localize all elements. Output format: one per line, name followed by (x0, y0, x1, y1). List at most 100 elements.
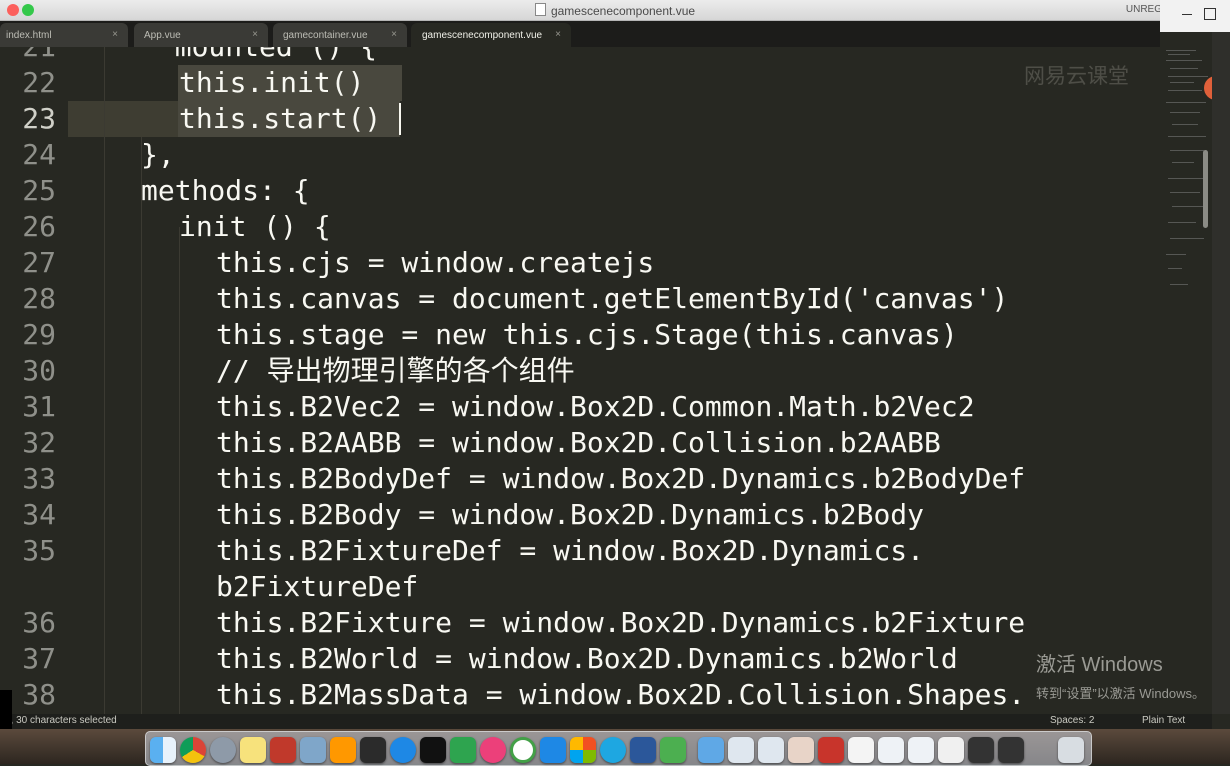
document-icon[interactable] (878, 737, 904, 763)
minimize-icon[interactable] (1182, 14, 1192, 15)
indent-guide (141, 137, 142, 714)
code-line: this.canvas = document.getElementById('c… (216, 282, 1009, 315)
screenshot-icon[interactable] (728, 737, 754, 763)
line-number: 23 (22, 102, 56, 135)
tab-label: index.html (6, 30, 52, 41)
code-line: this.B2Vec2 = window.Box2D.Common.Math.b… (216, 390, 975, 423)
tab-app-vue[interactable]: App.vue × (134, 23, 268, 47)
windows-activation-notice: 激活 Windows 转到“设置”以激活 Windows。 (1036, 648, 1205, 702)
word-icon[interactable] (630, 737, 656, 763)
line-number: 37 (22, 642, 56, 675)
image-icon[interactable] (788, 737, 814, 763)
window-title: gamescenecomponent.vue (0, 3, 1230, 18)
line-number: 34 (22, 498, 56, 531)
code-line: this.B2Fixture = window.Box2D.Dynamics.b… (216, 606, 1026, 639)
tab-close-icon[interactable]: × (112, 29, 118, 40)
code-line: init () { (179, 210, 331, 243)
code-line: b2FixtureDef (216, 570, 419, 603)
line-number: 26 (22, 210, 56, 243)
tab-index-html[interactable]: index.html × (0, 23, 128, 47)
feather-icon[interactable] (540, 737, 566, 763)
photo-booth-icon[interactable] (270, 737, 296, 763)
tab-close-icon[interactable]: × (252, 29, 258, 40)
code-line: this.B2FixtureDef = window.Box2D.Dynamic… (216, 534, 925, 567)
finder-icon[interactable] (150, 737, 176, 763)
selection-status: es, 30 characters selected (0, 715, 117, 726)
tab-close-icon[interactable]: × (555, 29, 561, 40)
dock-shelf (145, 731, 1092, 766)
code-line: methods: { (141, 174, 310, 207)
line-number: 22 (22, 66, 56, 99)
document-icon[interactable] (908, 737, 934, 763)
line-number: 28 (22, 282, 56, 315)
terminal-icon[interactable] (420, 737, 446, 763)
code-line: this.B2BodyDef = window.Box2D.Dynamics.b… (216, 462, 1026, 495)
window-controls (1160, 0, 1230, 32)
screenshot-icon[interactable] (758, 737, 784, 763)
maximize-icon[interactable] (1204, 8, 1216, 20)
code-editor[interactable]: 21 mounted () { 22 this.init() 23 this.s… (0, 47, 1160, 714)
line-number: 27 (22, 246, 56, 279)
unregistered-label: UNREG (1125, 4, 1162, 15)
code-line: this.init() (179, 66, 365, 99)
reader-icon[interactable] (360, 737, 386, 763)
safari-icon[interactable] (390, 737, 416, 763)
wechat-devtools-icon[interactable] (450, 737, 476, 763)
terminal-window-icon[interactable] (998, 737, 1024, 763)
code-line: this.B2Body = window.Box2D.Dynamics.b2Bo… (216, 498, 925, 531)
line-number: 33 (22, 462, 56, 495)
launchpad-icon[interactable] (210, 737, 236, 763)
code-line: this.B2World = window.Box2D.Dynamics.b2W… (216, 642, 958, 675)
code-line: mounted () { (141, 47, 377, 65)
notes-icon[interactable] (240, 737, 266, 763)
code-line: }, (141, 138, 175, 171)
status-bar: es, 30 characters selected Spaces: 2 Pla… (0, 714, 1212, 729)
line-number: 32 (22, 426, 56, 459)
code-line: this.start() (179, 102, 382, 135)
line-number: 35 (22, 534, 56, 567)
code-line: // 导出物理引擎的各个组件 (216, 354, 575, 387)
ring-icon[interactable] (510, 737, 536, 763)
folder-icon[interactable] (698, 737, 724, 763)
tab-bar: index.html × App.vue × gamecontainer.vue… (0, 21, 1160, 47)
text-cursor (399, 103, 401, 135)
terminal-window-icon[interactable] (968, 737, 994, 763)
sublime-text-icon[interactable] (330, 737, 356, 763)
indent-guide (179, 227, 180, 714)
preview-icon[interactable] (300, 737, 326, 763)
tab-close-icon[interactable]: × (391, 29, 397, 40)
dock (0, 729, 1230, 766)
trash-icon[interactable] (1058, 737, 1084, 763)
tab-gamescenecomponent-vue[interactable]: gamescenecomponent.vue × (411, 23, 571, 47)
code-line: this.cjs = window.createjs (216, 246, 655, 279)
window-icon[interactable] (938, 737, 964, 763)
indentation-setting[interactable]: Spaces: 2 (1050, 715, 1094, 726)
indent-guide (104, 47, 105, 714)
code-line: this.stage = new this.cjs.Stage(this.can… (216, 318, 958, 351)
window-title-text: gamescenecomponent.vue (550, 4, 696, 18)
scrollbar-thumb[interactable] (1203, 150, 1208, 228)
code-line: this.B2AABB = window.Box2D.Collision.b2A… (216, 426, 941, 459)
line-number: 31 (22, 390, 56, 423)
itunes-icon[interactable] (480, 737, 506, 763)
tab-label: App.vue (144, 30, 181, 41)
vertical-scrollbar[interactable] (1212, 32, 1230, 714)
document-icon[interactable] (848, 737, 874, 763)
document-icon (534, 3, 546, 16)
line-number: 36 (22, 606, 56, 639)
title-bar: gamescenecomponent.vue UNREG (0, 0, 1230, 21)
ie-icon[interactable] (600, 737, 626, 763)
minimap[interactable] (1160, 32, 1212, 714)
line-number: 25 (22, 174, 56, 207)
line-number: 30 (22, 354, 56, 387)
syntax-selector[interactable]: Plain Text (1142, 715, 1185, 726)
wechat-icon[interactable] (660, 737, 686, 763)
chrome-icon[interactable] (180, 737, 206, 763)
windows-icon[interactable] (570, 737, 596, 763)
image-icon[interactable] (818, 737, 844, 763)
tab-gamecontainer-vue[interactable]: gamecontainer.vue × (273, 23, 407, 47)
code-line: this.B2MassData = window.Box2D.Collision… (216, 678, 1026, 711)
watermark-logo: 网易云课堂 (1024, 65, 1129, 88)
line-number: 29 (22, 318, 56, 351)
tab-label: gamecontainer.vue (283, 30, 368, 41)
